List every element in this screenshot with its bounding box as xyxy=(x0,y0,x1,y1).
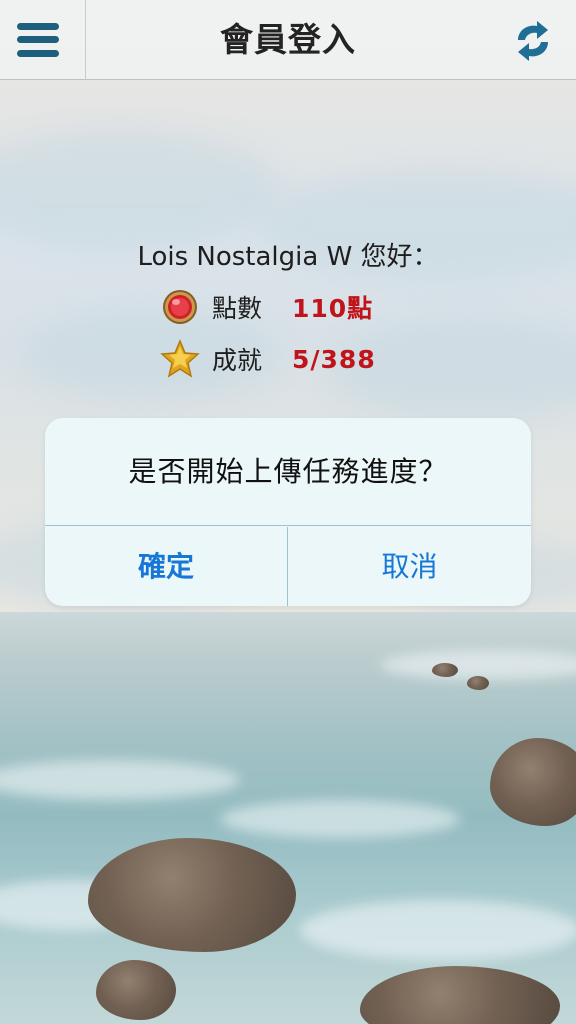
points-value: 110點 xyxy=(292,294,374,323)
dialog-message: 是否開始上傳任務進度？ xyxy=(45,418,531,526)
achievement-label: 成就 xyxy=(212,346,263,375)
member-greeting: Lois Nostalgia W 您好： xyxy=(137,242,439,272)
achievement-value: 5/388 xyxy=(292,344,376,374)
points-row: 點數 110點 xyxy=(160,287,373,327)
achievement-row: 成就 5/388 xyxy=(160,339,376,379)
menu-button[interactable] xyxy=(0,0,86,80)
page-title: 會員登入 xyxy=(220,20,356,59)
sync-refresh-icon xyxy=(518,21,548,61)
red-gem-icon xyxy=(160,287,200,327)
app-screen: 會員登入 Lois Nostalgia W 您好： 點數 110點 成就 5/3… xyxy=(0,0,576,1024)
upload-confirm-dialog: 是否開始上傳任務進度？ 確定 取消 xyxy=(45,418,531,606)
cancel-button[interactable]: 取消 xyxy=(288,527,531,606)
gold-star-icon xyxy=(160,339,200,379)
confirm-button[interactable]: 確定 xyxy=(45,527,288,606)
top-nav-bar: 會員登入 xyxy=(0,0,576,80)
sync-button[interactable] xyxy=(490,0,576,80)
points-label: 點數 xyxy=(212,294,263,323)
